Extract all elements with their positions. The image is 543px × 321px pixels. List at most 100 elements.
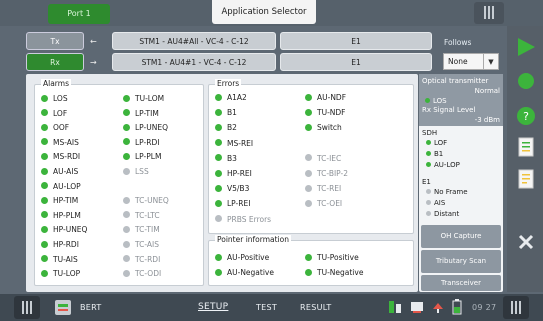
tributary-scan-button[interactable]: Tributary Scan: [421, 250, 501, 273]
bert-label[interactable]: BERT: [80, 303, 102, 312]
main-panel: Alarms LOS LOF OOF MS-AIS MS-RDI AU-AIS AU-LOP…: [26, 74, 418, 292]
status-item: AU-LOP: [426, 161, 460, 169]
screen-icon: [411, 302, 423, 313]
close-icon[interactable]: [515, 231, 537, 253]
status-dot: [425, 97, 430, 103]
pointer-item: AU-Negative: [215, 267, 274, 278]
alarm-item: AU-AIS: [41, 166, 78, 177]
status-dot: [41, 167, 48, 175]
optical-title: Optical transmitter: [422, 77, 489, 85]
error-label: AU-NDF: [317, 93, 347, 102]
alarm-item: TC-TIM: [123, 224, 160, 235]
alarm-label: TU-AIS: [53, 254, 78, 264]
error-label: LP-REI: [227, 199, 251, 209]
status-dot: [215, 268, 222, 276]
oh-capture-button[interactable]: OH Capture: [421, 225, 501, 248]
alarm-item: LP-UNEQ: [123, 122, 168, 133]
setup-tab[interactable]: SETUP: [198, 302, 228, 312]
status-dot: [123, 225, 130, 233]
follows-select[interactable]: None ▼: [443, 53, 499, 70]
right-grip-handle[interactable]: [503, 296, 529, 319]
error-item: B1: [215, 107, 237, 118]
alarm-item: HP-PLM: [41, 210, 81, 221]
status-item-label: LOF: [434, 139, 448, 147]
status-dot: [41, 211, 48, 219]
status-dot: [215, 139, 222, 147]
error-item: TC-OEI: [305, 198, 342, 209]
rx-path-button[interactable]: STM1 - AU4#1 - VC-4 - C-12: [112, 53, 276, 71]
pointer-item: TU-Negative: [305, 267, 363, 278]
report-icon[interactable]: [515, 136, 537, 158]
bert-icon[interactable]: [55, 300, 71, 315]
document-icon[interactable]: [515, 168, 537, 190]
tx-label-button[interactable]: Tx: [26, 32, 84, 50]
status-item: AIS: [426, 199, 445, 207]
status-dot: [41, 269, 48, 277]
status-dot: [123, 167, 130, 175]
error-label: TC-BIP-2: [317, 169, 349, 178]
alarm-label: HP-PLM: [53, 210, 81, 220]
follows-label: Follows: [444, 38, 472, 47]
alarm-item: TC-AIS: [123, 239, 159, 250]
left-arrow-icon: ←: [90, 37, 97, 46]
status-dot: [305, 184, 312, 192]
alarm-label: TU-LOM: [135, 94, 165, 103]
tx-path-button[interactable]: STM1 - AU4#All - VC-4 - C-12: [112, 32, 276, 50]
svg-text:?: ?: [523, 110, 529, 123]
error-item: TU-NDF: [305, 107, 345, 118]
status-dot: [41, 109, 48, 117]
alarm-item: HP-TIM: [41, 195, 78, 206]
status-dot: [123, 138, 130, 146]
connection-icon: [389, 301, 401, 313]
status-dot: [41, 123, 48, 131]
alarm-label: HP-UNEQ: [53, 225, 88, 235]
bottom-bar: BERT SETUP TEST RESULT 09 27: [0, 294, 543, 321]
transceiver-button[interactable]: Transceiver: [421, 275, 501, 291]
network-icon: [433, 303, 443, 313]
alarm-label: TC-UNEQ: [135, 196, 169, 206]
test-tab[interactable]: TEST: [256, 303, 277, 312]
error-item: B3: [215, 153, 237, 164]
status-dot: [41, 94, 48, 102]
play-icon[interactable]: [515, 36, 537, 58]
pointer-title: Pointer information: [215, 235, 291, 244]
sdh-title: SDH: [422, 129, 438, 137]
alarm-item: TC-LTC: [123, 210, 160, 221]
error-label: B3: [227, 153, 237, 163]
result-tab[interactable]: RESULT: [300, 303, 332, 312]
status-dot: [123, 269, 130, 277]
status-dot: [215, 215, 222, 223]
rx-e1-button[interactable]: E1: [280, 53, 432, 71]
rx-label-button[interactable]: Rx: [26, 53, 84, 71]
application-selector-button[interactable]: Application Selector: [212, 0, 316, 24]
alarms-title: Alarms: [41, 79, 71, 88]
alarm-item: TC-RDI: [123, 254, 160, 265]
error-label: A1A2: [227, 93, 247, 102]
status-dot: [123, 94, 130, 102]
rx-row: Rx → STM1 - AU4#1 - VC-4 - C-12 E1: [26, 53, 506, 71]
alarm-item: OOF: [41, 122, 69, 133]
status-dot: [305, 169, 312, 177]
alarm-item: MS-RDI: [41, 151, 80, 162]
pointer-label: TU-Negative: [317, 268, 364, 277]
error-item: TC-REI: [305, 183, 341, 194]
alarm-label: HP-RDI: [53, 240, 79, 249]
tx-e1-button[interactable]: E1: [280, 32, 432, 50]
alarm-item: TC-ODI: [123, 268, 161, 279]
port-tab[interactable]: Port 1: [48, 4, 110, 24]
top-grip-handle[interactable]: [474, 2, 504, 24]
status-dot: [215, 123, 222, 131]
status-dot: [426, 150, 431, 156]
alarms-group: Alarms LOS LOF OOF MS-AIS MS-RDI AU-AIS AU-LOP…: [34, 79, 204, 286]
help-icon[interactable]: ?: [515, 105, 537, 127]
left-grip-handle[interactable]: [14, 296, 40, 319]
alarm-label: MS-RDI: [53, 152, 81, 162]
tx-row: Tx ← STM1 - AU4#All - VC-4 - C-12 E1: [26, 32, 506, 50]
status-item: B1: [426, 150, 443, 158]
errors-title: Errors: [215, 79, 242, 88]
status-dot: [215, 169, 222, 177]
alarm-label: LOS: [53, 94, 68, 103]
alarm-label: HP-TIM: [53, 196, 79, 206]
status-item-label: AIS: [434, 199, 446, 207]
chevron-down-icon[interactable]: ▼: [483, 54, 498, 70]
